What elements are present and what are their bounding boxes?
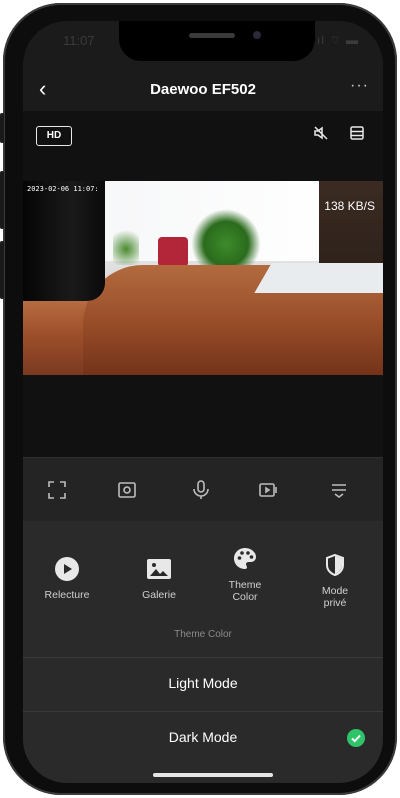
top-bar: ‹ Daewoo EF502 ···: [23, 71, 383, 111]
speaker: [189, 33, 235, 38]
divider: [23, 711, 383, 712]
theme-color-button[interactable]: Theme Color: [205, 543, 285, 603]
volume-up-button: [0, 171, 4, 229]
fullscreen-icon[interactable]: [45, 478, 73, 502]
quality-button[interactable]: HD: [36, 126, 72, 146]
replay-label: Relecture: [44, 589, 90, 601]
control-bar: [23, 457, 383, 522]
status-icons: ..ıl ⌔ ▬: [308, 33, 359, 47]
gallery-icon: [119, 553, 199, 585]
replay-button[interactable]: Relecture: [27, 553, 107, 601]
notch: [119, 21, 315, 61]
video-timestamp: 2023-02-06 11:07:: [27, 185, 99, 193]
layout-icon[interactable]: [349, 125, 365, 146]
video-plant: [191, 209, 261, 267]
light-mode-option[interactable]: Light Mode: [23, 659, 383, 711]
record-icon[interactable]: [257, 478, 285, 502]
palette-icon: [205, 543, 285, 575]
snapshot-icon[interactable]: [115, 478, 143, 502]
gallery-label: Galerie: [142, 589, 176, 601]
private-mode-label: Mode privé: [321, 585, 349, 609]
theme-color-label: Theme Color: [228, 579, 262, 603]
divider: [23, 657, 383, 658]
dark-mode-label: Dark Mode: [168, 729, 238, 745]
gallery-button[interactable]: Galerie: [119, 553, 199, 601]
video-paper: [254, 263, 383, 293]
home-indicator[interactable]: [153, 773, 273, 777]
more-options-icon[interactable]: ···: [350, 77, 369, 95]
video-area: HD 2023-02-06 11:07: 138 KB/S: [23, 111, 383, 471]
play-icon: [27, 553, 107, 585]
status-time: 11:07: [63, 33, 95, 48]
private-mode-button[interactable]: Mode privé: [295, 549, 375, 609]
phone-frame: 11:07 ..ıl ⌔ ▬ ‹ Daewoo EF502 ··· HD 202…: [0, 3, 397, 795]
screen: 11:07 ..ıl ⌔ ▬ ‹ Daewoo EF502 ··· HD 202…: [23, 21, 383, 783]
front-camera: [253, 31, 261, 39]
mute-switch: [0, 113, 4, 143]
microphone-icon[interactable]: [189, 478, 217, 502]
video-foreground-object: [23, 181, 105, 301]
shield-icon: [295, 549, 375, 581]
page-title: Daewoo EF502: [150, 81, 256, 98]
check-icon: [347, 729, 365, 747]
dark-mode-option[interactable]: Dark Mode: [23, 713, 383, 765]
video-plant-small: [113, 225, 139, 265]
volume-down-button: [0, 241, 4, 299]
theme-color-heading: Theme Color: [174, 629, 232, 640]
video-chair: [158, 237, 188, 267]
bitrate-label: 138 KB/S: [324, 199, 375, 213]
more-controls-icon[interactable]: [327, 478, 355, 502]
mute-icon[interactable]: [313, 125, 329, 146]
light-mode-label: Light Mode: [168, 675, 238, 691]
